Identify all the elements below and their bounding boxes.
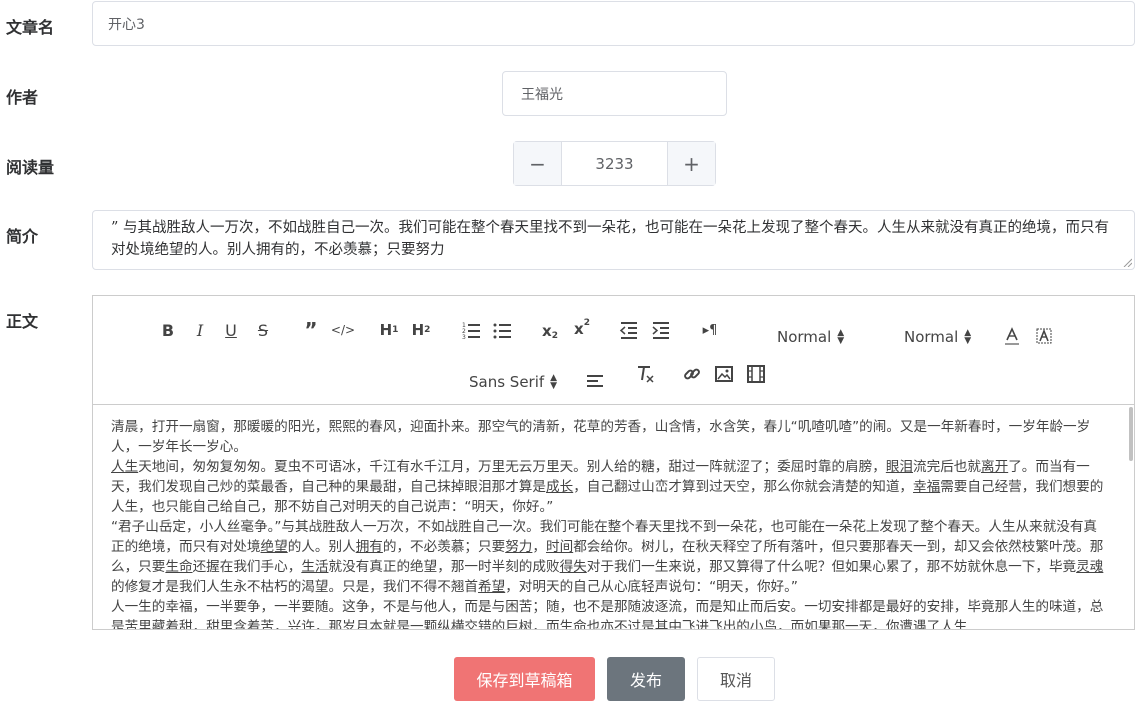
header-picker[interactable]: Normal ▲ ▼ xyxy=(777,328,844,346)
save-draft-button[interactable]: 保存到草稿箱 xyxy=(454,657,595,701)
italic-icon[interactable]: I xyxy=(191,320,209,340)
code-block-icon[interactable]: </> xyxy=(331,320,355,340)
picker-arrows-icon: ▲ ▼ xyxy=(550,373,558,391)
views-stepper[interactable]: − 3233 + xyxy=(513,141,716,186)
underlined-word: 人生 xyxy=(111,459,139,475)
editor-paragraph: 人生天地间，匆匆复匆匆。夏虫不可语冰，千江有水千江月，万里无云万里天。别人给的糖… xyxy=(111,457,1106,517)
body-label: 正文 xyxy=(6,312,39,331)
size-picker[interactable]: Normal ▲ ▼ xyxy=(904,328,971,346)
align-icon[interactable] xyxy=(586,372,604,390)
editor-content[interactable]: 清晨，打开一扇窗，那暖暖的阳光，熙熙的春风，迎面扑来。那空气的清新，花草的芳香，… xyxy=(93,405,1134,629)
underlined-word: 得失 xyxy=(559,559,587,575)
underlined-word: 生活 xyxy=(301,559,329,575)
paragraph-text: 清晨，打开一扇窗，那暖暖的阳光，熙熙的春风，迎面扑来。那空气的清新，花草的芳香，… xyxy=(111,419,1091,455)
size-picker-label: Normal xyxy=(904,328,959,346)
paragraph-text: 的人。别人 xyxy=(287,539,356,555)
bold-icon[interactable]: B xyxy=(159,320,177,340)
underlined-word: 努力 xyxy=(505,539,533,555)
editor-scrollbar[interactable] xyxy=(1129,407,1133,461)
underlined-word: 绝望 xyxy=(260,539,288,555)
font-picker-label: Sans Serif xyxy=(469,373,545,391)
paragraph-text: 天地间，匆匆复匆匆。夏虫不可语冰，千江有水千江月，万里无云万里天。别人给的糖，甜… xyxy=(138,459,886,475)
author-label: 作者 xyxy=(6,88,39,107)
views-value[interactable]: 3233 xyxy=(562,142,667,185)
paragraph-text: 还握在我们手心， xyxy=(192,559,302,575)
summary-textarea[interactable]: ” 与其战胜敌人一万次，不如战胜自己一次。我们可能在整个春天里找不到一朵花，也可… xyxy=(92,210,1135,270)
text-color-icon[interactable] xyxy=(1003,326,1021,346)
image-icon[interactable] xyxy=(715,365,733,383)
title-label: 文章名 xyxy=(6,18,55,37)
views-label: 阅读量 xyxy=(6,158,55,177)
cancel-button[interactable]: 取消 xyxy=(697,657,775,701)
editor-paragraph: 清晨，打开一扇窗，那暖暖的阳光，熙熙的春风，迎面扑来。那空气的清新，花草的芳香，… xyxy=(111,417,1106,457)
decrease-button[interactable]: − xyxy=(514,142,562,185)
editor-toolbar: B I U S ” </> H1 H2 123 x2 x2 ▸¶ Normal … xyxy=(93,296,1134,405)
underlined-word: 灵魂 xyxy=(1076,559,1104,575)
underlined-word: 幸福 xyxy=(913,479,941,495)
video-icon[interactable] xyxy=(747,365,765,383)
link-icon[interactable] xyxy=(683,365,701,383)
paragraph-text: ，自己翻过山峦才算到过天空，那么你就会清楚的知道， xyxy=(573,479,914,495)
picker-arrows-icon: ▲ ▼ xyxy=(964,328,972,346)
strike-icon[interactable]: S xyxy=(254,320,272,340)
paragraph-text: 对于我们一生来说，那又算得了什么呢？但如果心累了，那不妨就休息一下，毕竟 xyxy=(586,559,1077,575)
underlined-word: 眼泪 xyxy=(885,459,914,475)
underlined-word: 成长 xyxy=(546,479,574,495)
underlined-word: 离开 xyxy=(981,459,1009,475)
outdent-icon[interactable] xyxy=(619,320,639,340)
author-input[interactable]: 王福光 xyxy=(502,71,727,116)
title-input[interactable]: 开心3 xyxy=(92,1,1135,46)
paragraph-text: 的，不必羡慕；只要 xyxy=(382,539,506,555)
superscript-icon[interactable]: x2 xyxy=(571,318,593,340)
text-direction-icon[interactable]: ▸¶ xyxy=(699,320,721,340)
underline-icon[interactable]: U xyxy=(222,320,240,340)
header1-icon[interactable]: H1 xyxy=(378,320,400,340)
author-input-value: 王福光 xyxy=(521,86,563,103)
paragraph-text: ， xyxy=(532,539,546,555)
underlined-word: 希望 xyxy=(478,579,506,595)
summary-text: ” 与其战胜敌人一万次，不如战胜自己一次。我们可能在整个春天里找不到一朵花，也可… xyxy=(111,220,1110,258)
ordered-list-icon[interactable]: 123 xyxy=(461,320,481,340)
underlined-word: 拥有 xyxy=(355,539,383,555)
summary-label: 简介 xyxy=(6,227,39,246)
font-picker[interactable]: Sans Serif ▲ ▼ xyxy=(469,373,557,391)
editor-paragraph: 人一生的幸福，一半要争，一半要随。这争，不是与他人，而是与困苦；随，也不是那随波… xyxy=(111,597,1106,629)
title-input-value: 开心3 xyxy=(108,16,145,33)
paragraph-text: ，对明天的自己从心底轻声说句：“明天，你好。” xyxy=(505,579,798,595)
publish-button[interactable]: 发布 xyxy=(607,657,685,701)
paragraph-text: 人一生的幸福，一半要争，一半要随。这争，不是与他人，而是与困苦；随，也不是那随波… xyxy=(111,599,1104,629)
header-picker-label: Normal xyxy=(777,328,832,346)
background-color-icon[interactable] xyxy=(1035,326,1053,346)
paragraph-text: 流完后也就 xyxy=(913,459,981,475)
paragraph-text: 的修复才是我们人生永不枯朽的渴望。只是，我们不得不翘首 xyxy=(111,579,479,595)
picker-arrows-icon: ▲ ▼ xyxy=(837,328,845,346)
svg-text:3: 3 xyxy=(462,334,466,340)
underlined-word: 生命 xyxy=(165,559,193,575)
editor-paragraph: “君子山岳定，小人丝毫争。”与其战胜敌人一万次，不如战胜自己一次。我们可能在整个… xyxy=(111,517,1106,597)
underlined-word: 时间 xyxy=(546,539,574,555)
blockquote-icon[interactable]: ” xyxy=(301,318,321,342)
subscript-icon[interactable]: x2 xyxy=(539,320,561,342)
header2-icon[interactable]: H2 xyxy=(410,320,432,340)
increase-button[interactable]: + xyxy=(667,142,715,185)
rich-text-editor[interactable]: B I U S ” </> H1 H2 123 x2 x2 ▸¶ Normal … xyxy=(92,295,1135,630)
clear-format-icon[interactable] xyxy=(636,364,654,384)
indent-icon[interactable] xyxy=(651,320,671,340)
bullet-list-icon[interactable] xyxy=(492,320,512,340)
paragraph-text: 就没有真正的绝望，那一时半刻的成败 xyxy=(328,559,560,575)
resize-handle-icon[interactable] xyxy=(1122,257,1132,267)
